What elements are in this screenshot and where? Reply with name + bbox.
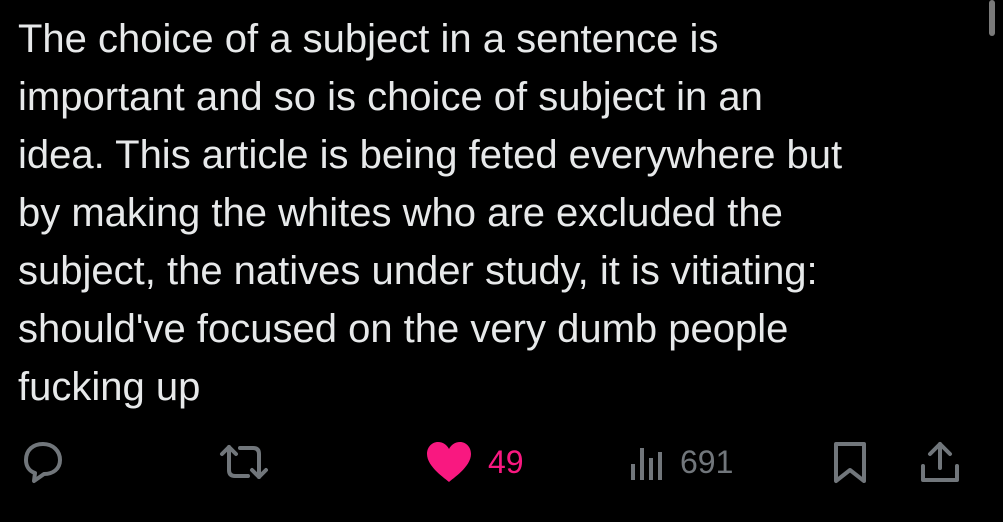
share-icon	[918, 440, 962, 484]
like-button[interactable]: 49	[424, 432, 524, 492]
reply-button[interactable]	[20, 432, 66, 492]
reply-icon	[20, 440, 66, 484]
tweet-text: The choice of a subject in a sentence is…	[18, 17, 843, 409]
retweet-button[interactable]	[216, 432, 272, 492]
like-count: 49	[488, 443, 524, 480]
views-count: 691	[680, 443, 734, 480]
share-button[interactable]	[918, 432, 962, 492]
tweet-container: The choice of a subject in a sentence is…	[0, 0, 1003, 522]
scrollbar[interactable]	[989, 0, 995, 36]
bookmark-button[interactable]	[830, 432, 870, 492]
views-button[interactable]: 691	[628, 432, 733, 492]
retweet-icon	[216, 440, 272, 484]
views-bar-chart-icon	[628, 440, 666, 484]
tweet-actions-bar: 49 691	[0, 432, 1003, 492]
heart-filled-icon	[424, 440, 474, 484]
bookmark-icon	[830, 440, 870, 484]
